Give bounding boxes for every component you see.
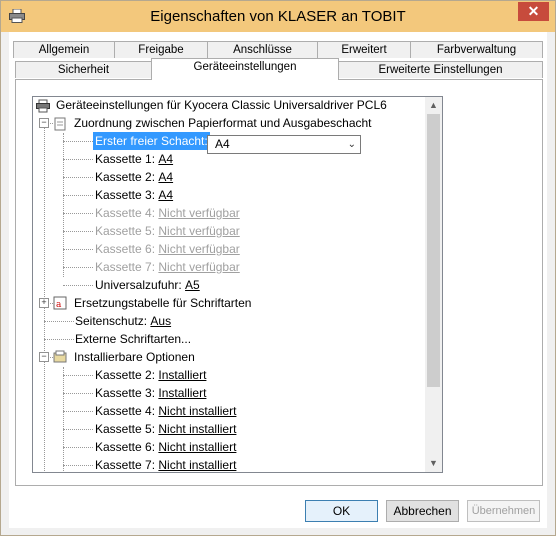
tab-freigabe[interactable]: Freigabe bbox=[114, 41, 208, 58]
properties-window: Eigenschaften von KLASER an TOBIT ✕ Allg… bbox=[0, 0, 556, 536]
scroll-up-icon[interactable]: ▲ bbox=[425, 97, 442, 114]
tree-option-3[interactable]: Kassette 3: Installiert bbox=[95, 384, 206, 402]
scroll-thumb[interactable] bbox=[427, 114, 440, 387]
tree-tray-1[interactable]: Kassette 1: A4 bbox=[95, 150, 173, 168]
tree-scrollbar[interactable]: ▲ ▼ bbox=[425, 97, 442, 472]
tab-erweiterte-einstellungen[interactable]: Erweiterte Einstellungen bbox=[338, 61, 543, 78]
tree-tray-4: Kassette 4: Nicht verfügbar bbox=[95, 206, 240, 220]
close-button[interactable]: ✕ bbox=[518, 2, 549, 21]
tab-anschluesse[interactable]: Anschlüsse bbox=[207, 41, 318, 58]
font-table-icon: a bbox=[53, 296, 67, 310]
tree-option-7[interactable]: Kassette 7: Nicht installiert bbox=[95, 456, 236, 472]
tree-option-5[interactable]: Kassette 5: Nicht installiert bbox=[95, 420, 236, 438]
first-tray-select[interactable]: A4 ⌄ bbox=[207, 135, 361, 154]
tree-tray-5: Kassette 5: Nicht verfügbar bbox=[95, 224, 240, 238]
tree-tray-3[interactable]: Kassette 3: A4 bbox=[95, 186, 173, 204]
svg-text:a: a bbox=[56, 300, 62, 310]
options-icon bbox=[53, 350, 67, 363]
collapse-icon[interactable]: − bbox=[39, 352, 49, 362]
tree-option-4[interactable]: Kassette 4: Nicht installiert bbox=[95, 402, 236, 420]
tree-paper-group[interactable]: Zuordnung zwischen Papierformat und Ausg… bbox=[74, 114, 372, 132]
tab-allgemein[interactable]: Allgemein bbox=[13, 41, 115, 58]
tab-geraeteeinstellungen[interactable]: Geräteeinstellungen bbox=[151, 58, 339, 80]
tree-root[interactable]: Geräteeinstellungen für Kyocera Classic … bbox=[56, 97, 387, 114]
tree-universal-feed[interactable]: Universalzufuhr: A5 bbox=[95, 276, 200, 294]
tab-erweitert[interactable]: Erweitert bbox=[317, 41, 411, 58]
tree-page-protect[interactable]: Seitenschutz: Aus bbox=[75, 312, 171, 330]
tab-sicherheit[interactable]: Sicherheit bbox=[15, 61, 152, 78]
collapse-icon[interactable]: − bbox=[39, 118, 49, 128]
scroll-down-icon[interactable]: ▼ bbox=[425, 455, 442, 472]
tree-tray-2[interactable]: Kassette 2: A4 bbox=[95, 168, 173, 186]
tree-tray-6: Kassette 6: Nicht verfügbar bbox=[95, 242, 240, 256]
title-bar[interactable]: Eigenschaften von KLASER an TOBIT ✕ bbox=[1, 1, 555, 32]
tree-option-2[interactable]: Kassette 2: Installiert bbox=[95, 366, 206, 384]
ok-button[interactable]: OK bbox=[305, 500, 378, 522]
tree-ext-fonts[interactable]: Externe Schriftarten... bbox=[75, 330, 191, 348]
apply-button: Übernehmen bbox=[467, 500, 540, 522]
printer-icon bbox=[36, 99, 50, 113]
window-title: Eigenschaften von KLASER an TOBIT bbox=[150, 8, 406, 25]
tree-tray-7: Kassette 7: Nicht verfügbar bbox=[95, 260, 240, 274]
first-tray-value: A4 bbox=[215, 137, 230, 151]
chevron-down-icon: ⌄ bbox=[347, 139, 356, 150]
tree-font-table[interactable]: Ersetzungstabelle für Schriftarten bbox=[74, 294, 251, 312]
tree-options-group[interactable]: Installierbare Optionen bbox=[74, 348, 195, 366]
cancel-button[interactable]: Abbrechen bbox=[386, 500, 459, 522]
tab-row-2: Sicherheit Geräteeinstellungen Erweitert… bbox=[1, 58, 556, 80]
tab-farbverwaltung[interactable]: Farbverwaltung bbox=[410, 41, 543, 58]
expand-icon[interactable]: + bbox=[39, 298, 49, 308]
paper-icon bbox=[54, 117, 66, 131]
tab-row-1: Allgemein Freigabe Anschlüsse Erweitert … bbox=[1, 41, 556, 59]
tree-option-6[interactable]: Kassette 6: Nicht installiert bbox=[95, 438, 236, 456]
tree-first-tray[interactable]: Erster freier Schacht: bbox=[93, 132, 210, 150]
